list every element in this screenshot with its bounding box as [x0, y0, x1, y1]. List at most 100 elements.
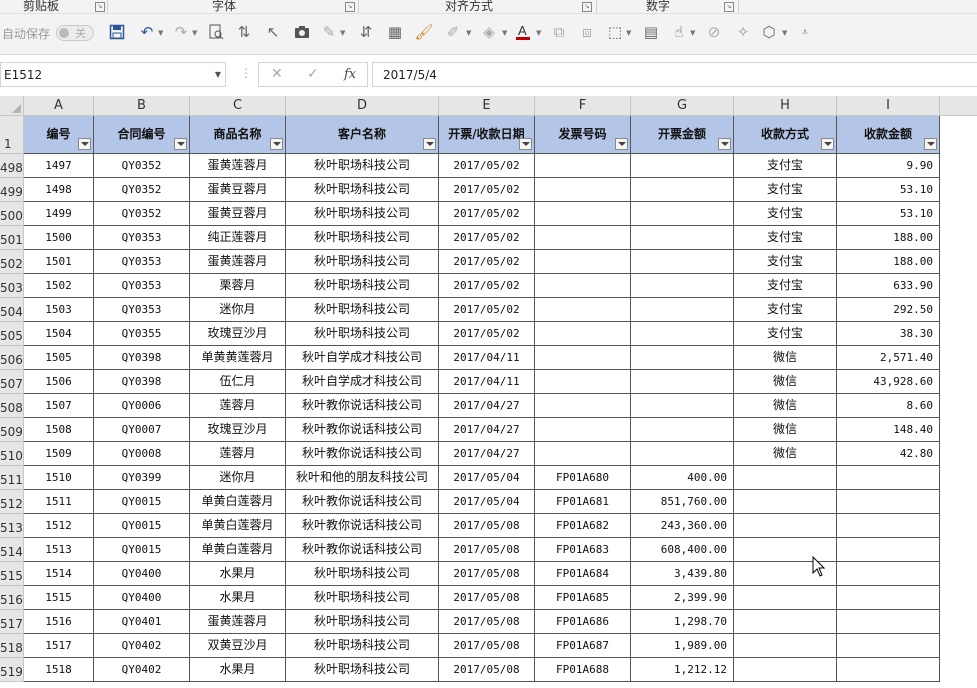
cell-b[interactable]: QY0398: [94, 370, 190, 394]
cell-f[interactable]: FP01A683: [535, 538, 631, 562]
cell-e[interactable]: 2017/05/02: [439, 154, 535, 178]
header-cell-c[interactable]: 商品名称: [190, 116, 286, 154]
cell-a[interactable]: 1500: [24, 226, 94, 250]
cell-c[interactable]: 双黄豆沙月: [190, 634, 286, 658]
cell-f[interactable]: FP01A682: [535, 514, 631, 538]
cell-g[interactable]: [631, 202, 734, 226]
cell-d[interactable]: 秋叶教你说话科技公司: [286, 514, 439, 538]
cell-i[interactable]: 633.90: [837, 274, 940, 298]
cell-f[interactable]: FP01A685: [535, 586, 631, 610]
cell-d[interactable]: 秋叶职场科技公司: [286, 322, 439, 346]
cell-e[interactable]: 2017/05/02: [439, 226, 535, 250]
name-box[interactable]: E1512 ▼: [0, 62, 226, 87]
cell-g[interactable]: [631, 250, 734, 274]
cell-g[interactable]: 608,400.00: [631, 538, 734, 562]
cell-c[interactable]: 栗蓉月: [190, 274, 286, 298]
cell-i[interactable]: 188.00: [837, 250, 940, 274]
cell-f[interactable]: [535, 202, 631, 226]
cell-i[interactable]: [837, 538, 940, 562]
group-icon[interactable]: ⧈: [576, 21, 598, 43]
cell-c[interactable]: 迷你月: [190, 466, 286, 490]
cell-f[interactable]: FP01A684: [535, 562, 631, 586]
cell-h[interactable]: 支付宝: [734, 154, 837, 178]
cell-f[interactable]: [535, 154, 631, 178]
row-header[interactable]: 508: [0, 394, 24, 418]
cell-g[interactable]: 400.00: [631, 466, 734, 490]
cell-h[interactable]: [734, 610, 837, 634]
cell-d[interactable]: 秋叶自学成才科技公司: [286, 346, 439, 370]
cell-g[interactable]: 1,298.70: [631, 610, 734, 634]
row-header[interactable]: 501: [0, 226, 24, 250]
cell-d[interactable]: 秋叶职场科技公司: [286, 202, 439, 226]
cell-g[interactable]: 3,439.80: [631, 562, 734, 586]
cell-f[interactable]: [535, 250, 631, 274]
cell-a[interactable]: 1501: [24, 250, 94, 274]
header-cell-h[interactable]: 收款方式: [734, 116, 837, 154]
cell-h[interactable]: 支付宝: [734, 298, 837, 322]
cell-i[interactable]: 292.50: [837, 298, 940, 322]
cell-d[interactable]: 秋叶教你说话科技公司: [286, 490, 439, 514]
cell-c[interactable]: 蛋黄豆蓉月: [190, 178, 286, 202]
cell-d[interactable]: 秋叶职场科技公司: [286, 562, 439, 586]
cell-e[interactable]: 2017/05/08: [439, 610, 535, 634]
cell-a[interactable]: 1515: [24, 586, 94, 610]
row-header[interactable]: 503: [0, 274, 24, 298]
filter-dropdown-icon[interactable]: [270, 138, 283, 150]
cancel-icon[interactable]: ✕: [271, 66, 283, 82]
cell-i[interactable]: [837, 466, 940, 490]
chevron-down-icon[interactable]: ▼: [215, 70, 221, 79]
cell-i[interactable]: 9.90: [837, 154, 940, 178]
row-header[interactable]: 514: [0, 538, 24, 562]
textbox-icon[interactable]: ▤: [640, 21, 662, 43]
cell-b[interactable]: QY0400: [94, 562, 190, 586]
cell-g[interactable]: 243,360.00: [631, 514, 734, 538]
row-header[interactable]: 511: [0, 466, 24, 490]
row-header[interactable]: 519: [0, 658, 24, 682]
cell-e[interactable]: 2017/05/08: [439, 514, 535, 538]
cell-d[interactable]: 秋叶职场科技公司: [286, 610, 439, 634]
cell-h[interactable]: 支付宝: [734, 226, 837, 250]
row-header[interactable]: 505: [0, 322, 24, 346]
formula-input[interactable]: 2017/5/4: [372, 62, 977, 87]
cell-c[interactable]: 水果月: [190, 562, 286, 586]
cell-c[interactable]: 迷你月: [190, 298, 286, 322]
cell-e[interactable]: 2017/05/04: [439, 466, 535, 490]
cell-c[interactable]: 蛋黄莲蓉月: [190, 610, 286, 634]
cell-a[interactable]: 1509: [24, 442, 94, 466]
draw-icon[interactable]: ✐: [442, 21, 464, 43]
cell-g[interactable]: [631, 226, 734, 250]
cell-c[interactable]: 莲蓉月: [190, 442, 286, 466]
sort-ascending-icon[interactable]: ⇅: [233, 21, 255, 43]
cell-f[interactable]: [535, 346, 631, 370]
row-header[interactable]: 506: [0, 346, 24, 370]
cell-g[interactable]: 851,760.00: [631, 490, 734, 514]
redo-icon[interactable]: ↷: [170, 21, 192, 43]
cell-a[interactable]: 1502: [24, 274, 94, 298]
save-icon[interactable]: [106, 21, 128, 43]
cell-a[interactable]: 1506: [24, 370, 94, 394]
cell-e[interactable]: 2017/04/27: [439, 418, 535, 442]
cell-a[interactable]: 1503: [24, 298, 94, 322]
cell-i[interactable]: 188.00: [837, 226, 940, 250]
align-icon[interactable]: ⬚: [604, 21, 626, 43]
chevron-down-icon[interactable]: ▼: [690, 29, 695, 37]
cell-e[interactable]: 2017/05/08: [439, 538, 535, 562]
cell-g[interactable]: [631, 154, 734, 178]
confirm-icon[interactable]: ✓: [307, 66, 319, 82]
cell-i[interactable]: [837, 562, 940, 586]
cell-b[interactable]: QY0398: [94, 346, 190, 370]
cell-e[interactable]: 2017/05/02: [439, 274, 535, 298]
touch-mode-icon[interactable]: ☝: [668, 21, 690, 43]
cell-c[interactable]: 玫瑰豆沙月: [190, 418, 286, 442]
insert-function-icon[interactable]: fx: [344, 67, 356, 82]
cell-h[interactable]: 微信: [734, 346, 837, 370]
cell-h[interactable]: [734, 658, 837, 682]
cell-i[interactable]: 53.10: [837, 202, 940, 226]
cell-e[interactable]: 2017/05/04: [439, 490, 535, 514]
cell-a[interactable]: 1518: [24, 658, 94, 682]
cell-c[interactable]: 蛋黄莲蓉月: [190, 154, 286, 178]
cell-g[interactable]: [631, 274, 734, 298]
cell-d[interactable]: 秋叶职场科技公司: [286, 178, 439, 202]
row-header[interactable]: 507: [0, 370, 24, 394]
cell-e[interactable]: 2017/05/08: [439, 562, 535, 586]
